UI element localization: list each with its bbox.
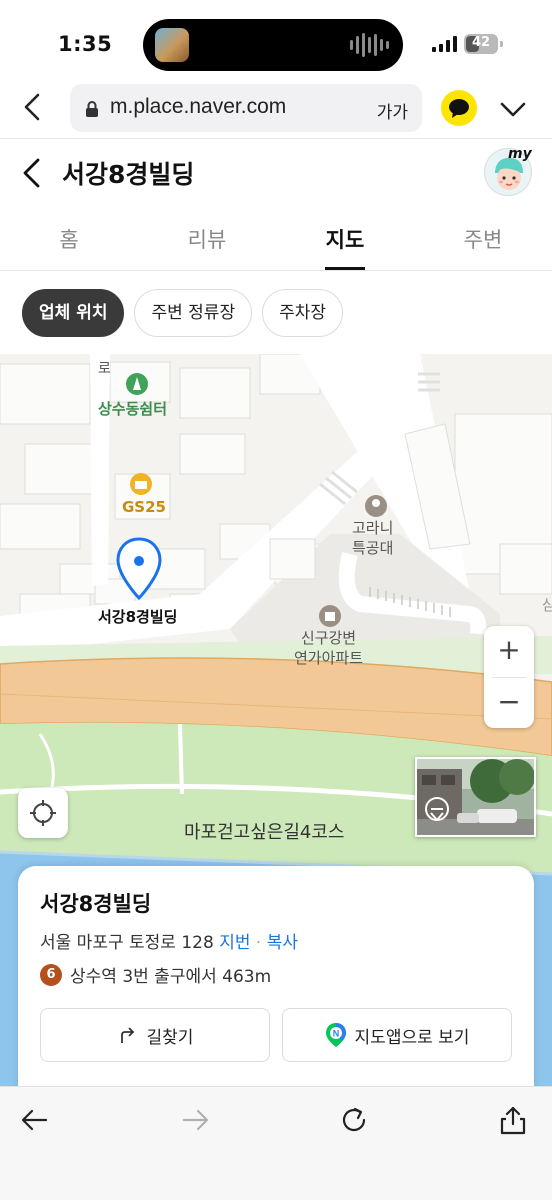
audio-waveform-icon: [350, 32, 389, 58]
speech-bubble-icon: [449, 99, 469, 118]
signal-icon: [432, 36, 457, 52]
svg-text:N: N: [332, 1029, 339, 1039]
pin-label[interactable]: 서강8경빌딩: [98, 606, 177, 627]
zoom-in-button[interactable]: +: [484, 626, 534, 676]
separator-dot: ·: [255, 933, 262, 953]
map-filter-chips: 업체 위치 주변 정류장 주차장: [22, 289, 344, 337]
open-map-app-label: 지도앱으로 보기: [354, 1027, 470, 1048]
place-info-card[interactable]: 서강8경빌딩 서울 마포구 토정로 128 지번 · 복사 6 상수역 3번 출…: [18, 866, 534, 1096]
reload-icon[interactable]: [339, 1105, 369, 1135]
place-tabs: 홈 리뷰 지도 주변: [0, 206, 552, 270]
chip-nearby-stops[interactable]: 주변 정류장: [134, 289, 253, 337]
tab-review[interactable]: 리뷰: [138, 206, 276, 270]
school-label[interactable]: 고라니 특공대: [352, 518, 393, 558]
directions-label: 길찾기: [146, 1027, 194, 1048]
share-icon[interactable]: [498, 1105, 528, 1135]
edge-label: 삼: [542, 596, 552, 614]
chevron-down-icon[interactable]: [498, 94, 528, 124]
zoom-controls: + −: [484, 626, 534, 728]
zoom-out-button[interactable]: −: [484, 678, 534, 728]
park-label[interactable]: 상수동쉼터: [98, 398, 167, 419]
place-header: 서강8경빌딩: [0, 140, 552, 206]
status-time: 1:35: [58, 32, 113, 56]
subway-distance-text: 상수역 3번 출구에서 463m: [70, 967, 272, 987]
battery-level: 42: [471, 35, 491, 50]
browser-toolbar: [0, 1086, 552, 1200]
apartment-label[interactable]: 신구강변 연가아파트: [294, 628, 363, 668]
kakaotalk-share-button[interactable]: [441, 90, 477, 126]
street-view-image: [417, 759, 534, 835]
subway-line-badge: 6: [40, 963, 62, 986]
back-icon[interactable]: [18, 156, 46, 190]
browser-url-row: m.place.naver.com 가가: [0, 84, 552, 138]
card-address: 서울 마포구 토정로 128 지번 · 복사: [40, 928, 298, 953]
now-playing-thumbnail: [155, 28, 189, 62]
status-bar: 1:35 42: [0, 0, 552, 84]
card-place-name: 서강8경빌딩: [40, 892, 152, 916]
subway-info: 6 상수역 3번 출구에서 463m: [40, 962, 271, 987]
battery-icon: 42: [464, 34, 498, 54]
back-arrow-icon[interactable]: [20, 1105, 50, 1135]
trail-label: 마포걷고싶은길4코스: [184, 822, 345, 843]
chip-parking[interactable]: 주차장: [262, 289, 344, 337]
forward-arrow-icon[interactable]: [180, 1105, 210, 1135]
turn-arrow-icon: [120, 1027, 134, 1043]
lock-icon: [86, 101, 98, 117]
battery-tip: [500, 41, 503, 47]
street-view-thumbnail[interactable]: [415, 757, 536, 837]
address-text: 서울 마포구 토정로 128: [40, 933, 214, 953]
tab-home[interactable]: 홈: [0, 206, 138, 270]
browser-back-icon[interactable]: [18, 92, 48, 122]
directions-button[interactable]: 길찾기: [40, 1008, 270, 1062]
divider: [0, 270, 552, 271]
address-bar[interactable]: m.place.naver.com 가가: [70, 84, 422, 132]
my-badge: my: [508, 146, 532, 162]
road-label: 로: [98, 361, 111, 377]
tab-map[interactable]: 지도: [276, 206, 414, 270]
current-location-button[interactable]: [18, 788, 68, 838]
lot-number-link[interactable]: 지번: [219, 933, 250, 953]
store-label[interactable]: GS25: [122, 498, 166, 516]
divider: [0, 138, 552, 139]
tab-nearby[interactable]: 주변: [414, 206, 552, 270]
dynamic-island[interactable]: [143, 19, 403, 71]
naver-map-icon: N: [325, 1023, 346, 1047]
text-size-button[interactable]: 가가: [377, 98, 408, 123]
crosshair-icon: [30, 800, 56, 826]
url-text: m.place.naver.com: [110, 95, 287, 118]
open-map-app-button[interactable]: N 지도앱으로 보기: [282, 1008, 512, 1062]
copy-link[interactable]: 복사: [267, 933, 298, 953]
chip-business-location[interactable]: 업체 위치: [22, 289, 125, 337]
place-title: 서강8경빌딩: [62, 160, 195, 189]
